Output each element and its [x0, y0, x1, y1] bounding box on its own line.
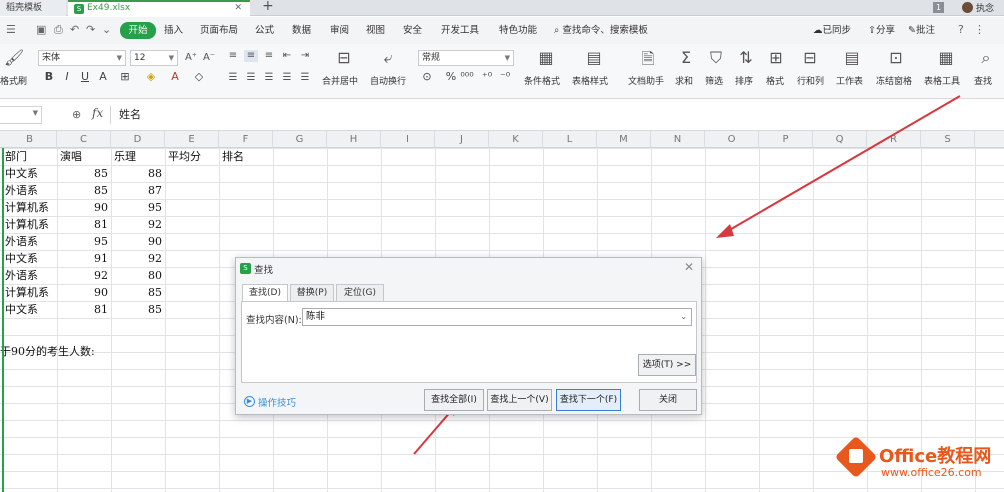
options-button[interactable]: 选项(T) >>	[638, 354, 696, 376]
find-all-button[interactable]: 查找全部(I)	[424, 389, 484, 411]
tab-goto[interactable]: 定位(G)	[336, 284, 384, 301]
play-icon[interactable]: ▶	[244, 396, 255, 407]
watermark-logo-inner	[849, 449, 863, 463]
tab-find[interactable]: 查找(D)	[242, 284, 288, 302]
watermark-url: www.office26.com	[881, 466, 982, 479]
annotation-arrows	[413, 95, 961, 455]
arrow-to-ribbon-find	[725, 95, 961, 233]
find-next-button[interactable]: 查找下一个(F)	[556, 389, 621, 411]
app-logo-icon: S	[240, 263, 251, 274]
find-panel: 查找内容(N): 陈非 ⌄ 选项(T) >>	[241, 301, 697, 383]
find-label: 查找内容(N):	[246, 315, 302, 326]
find-input-value: 陈非	[306, 311, 326, 322]
close-icon[interactable]: ✕	[684, 260, 694, 274]
watermark: Office教程网 www.office26.com	[834, 435, 1001, 488]
chevron-down-icon[interactable]: ⌄	[680, 309, 687, 325]
watermark-title: Office教程网	[879, 446, 992, 467]
dialog-title: 查找	[254, 265, 274, 276]
arrowhead	[716, 224, 734, 238]
find-input[interactable]: 陈非 ⌄	[302, 308, 692, 326]
tab-replace[interactable]: 替换(P)	[290, 284, 334, 301]
arrow-to-find-all	[413, 409, 453, 455]
find-dialog: S 查找 ✕ 查找(D) 替换(P) 定位(G) 查找内容(N): 陈非 ⌄ 选项…	[235, 257, 702, 415]
find-previous-button[interactable]: 查找上一个(V)	[487, 389, 552, 411]
tips-link[interactable]: 操作技巧	[258, 395, 296, 409]
close-button[interactable]: 关闭	[639, 389, 697, 411]
